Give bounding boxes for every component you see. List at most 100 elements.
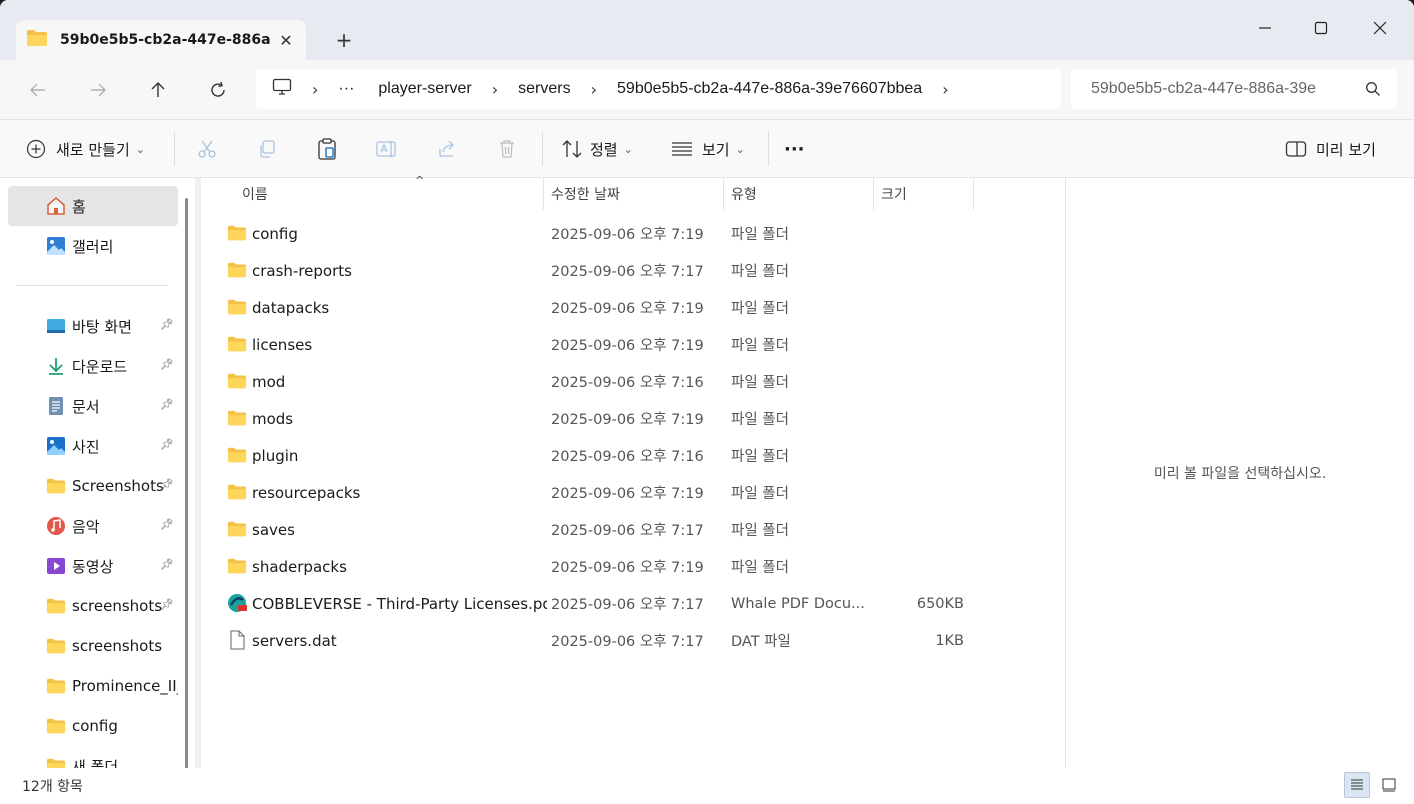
desktop-icon	[47, 319, 65, 333]
preview-pane-button[interactable]: 미리 보기	[1280, 133, 1376, 165]
back-button[interactable]	[22, 74, 54, 106]
breadcrumb-current-folder[interactable]: 59b0e5b5-cb2a-447e-886a-39e76607bbea	[617, 80, 922, 98]
sidebar-item-gallery[interactable]: 갤러리	[8, 226, 178, 266]
file-name: licenses	[252, 335, 313, 354]
view-list-icon	[666, 133, 698, 165]
sidebar-item-label: 다운로드	[72, 357, 128, 376]
sidebar-scrollbar[interactable]	[185, 198, 188, 768]
pin-icon[interactable]: 📌︎	[160, 358, 174, 371]
address-row: › ··· player-server › servers › 59b0e5b5…	[0, 60, 1414, 120]
file-type: 파일 폴더	[731, 486, 789, 502]
close-window-button[interactable]	[1357, 10, 1403, 46]
sidebar-item-videos[interactable]: 동영상 📌︎	[8, 546, 178, 586]
maximize-button[interactable]	[1298, 10, 1344, 46]
minimize-button[interactable]	[1242, 10, 1288, 46]
file-date: 2025-09-06 오후 7:17	[551, 264, 704, 280]
view-button[interactable]: 보기 ⌄	[666, 133, 745, 165]
file-size	[871, 363, 964, 400]
sort-button[interactable]: 정렬 ⌄	[556, 133, 633, 165]
file-type: 파일 폴더	[731, 264, 789, 280]
breadcrumb-overflow[interactable]: ···	[338, 80, 354, 98]
file-date: 2025-09-06 오후 7:16	[551, 375, 704, 391]
sidebar-item-new-folder[interactable]: 새 폴더	[8, 746, 178, 768]
sidebar-item-screenshots-2[interactable]: screenshots	[8, 626, 178, 666]
search-input[interactable]: 59b0e5b5-cb2a-447e-886a-39e	[1091, 80, 1346, 98]
preview-message: 미리 볼 파일을 선택하십시오.	[1153, 466, 1327, 482]
folder-icon	[46, 758, 66, 768]
file-row[interactable]: resourcepacks 2025-09-06 오후 7:19 파일 폴더	[219, 474, 979, 511]
file-row[interactable]: crash-reports 2025-09-06 오후 7:17 파일 폴더	[219, 252, 979, 289]
toolbar-divider	[768, 132, 769, 166]
search-box[interactable]: 59b0e5b5-cb2a-447e-886a-39e	[1071, 69, 1397, 109]
breadcrumb-servers[interactable]: servers	[518, 80, 570, 98]
new-button-label: 새로 만들기	[56, 140, 130, 159]
column-header-type[interactable]: 유형	[724, 178, 874, 210]
pin-icon[interactable]: 📌︎	[160, 518, 174, 531]
file-row[interactable]: shaderpacks 2025-09-06 오후 7:19 파일 폴더	[219, 548, 979, 585]
new-button[interactable]: 새로 만들기 ⌄	[20, 133, 145, 165]
column-header-size[interactable]: 크기	[874, 178, 974, 210]
more-options-button[interactable]: ···	[784, 133, 805, 165]
sidebar-item-screenshots-lower[interactable]: screenshots 📌︎	[8, 586, 178, 626]
breadcrumb-separator[interactable]: ›	[492, 80, 498, 99]
pin-icon[interactable]: 📌︎	[160, 598, 174, 611]
paste-button[interactable]	[311, 133, 343, 165]
file-row[interactable]: plugin 2025-09-06 오후 7:16 파일 폴더	[219, 437, 979, 474]
home-icon	[47, 197, 65, 215]
sidebar-item-screenshots[interactable]: Screenshots 📌︎	[8, 466, 178, 506]
sidebar-item-music[interactable]: 음악 📌︎	[8, 506, 178, 546]
sidebar-item-downloads[interactable]: 다운로드 📌︎	[8, 346, 178, 386]
address-bar[interactable]: › ··· player-server › servers › 59b0e5b5…	[256, 69, 1061, 109]
column-header-date[interactable]: 수정한 날짜	[544, 178, 724, 210]
file-row[interactable]: datapacks 2025-09-06 오후 7:19 파일 폴더	[219, 289, 979, 326]
file-row[interactable]: licenses 2025-09-06 오후 7:19 파일 폴더	[219, 326, 979, 363]
file-row[interactable]: config 2025-09-06 오후 7:19 파일 폴더	[219, 215, 979, 252]
sidebar-item-pictures[interactable]: 사진 📌︎	[8, 426, 178, 466]
sort-label: 정렬	[590, 140, 618, 159]
pin-icon[interactable]: 📌︎	[160, 438, 174, 451]
file-row[interactable]: mod 2025-09-06 오후 7:16 파일 폴더	[219, 363, 979, 400]
sidebar-item-desktop[interactable]: 바탕 화면 📌︎	[8, 306, 178, 346]
column-header-label: 크기	[881, 187, 907, 203]
pin-icon[interactable]: 📌︎	[160, 478, 174, 491]
breadcrumb-separator[interactable]: ›	[312, 80, 318, 99]
new-tab-button[interactable]: +	[332, 28, 356, 52]
file-row[interactable]: COBBLEVERSE - Third-Party Licenses.pdf 20…	[219, 585, 979, 622]
arrow-left-icon	[30, 83, 45, 97]
file-date: 2025-09-06 오후 7:16	[551, 449, 704, 465]
tab-active[interactable]: 59b0e5b5-cb2a-447e-886a-3 ✕	[16, 20, 306, 60]
sidebar-item-home[interactable]: 홈	[8, 186, 178, 226]
file-row[interactable]: mods 2025-09-06 오후 7:19 파일 폴더	[219, 400, 979, 437]
pin-icon[interactable]: 📌︎	[160, 558, 174, 571]
refresh-button[interactable]	[202, 74, 234, 106]
forward-button[interactable]	[82, 74, 114, 106]
file-list: 이름 ^ 수정한 날짜 유형 크기 config 2025-09-06 오후 7:…	[201, 174, 1065, 768]
tab-close-button[interactable]: ✕	[276, 30, 296, 50]
sidebar-item-documents[interactable]: 문서 📌︎	[8, 386, 178, 426]
file-row[interactable]: servers.dat 2025-09-06 오후 7:17 DAT 파일 1KB	[219, 622, 979, 659]
up-button[interactable]	[142, 74, 174, 106]
delete-button[interactable]	[491, 133, 523, 165]
sidebar-item-config[interactable]: config	[8, 706, 178, 746]
tiles-view-button[interactable]	[1376, 772, 1402, 798]
file-size	[871, 400, 964, 437]
share-button[interactable]	[431, 133, 463, 165]
pin-icon[interactable]: 📌︎	[160, 318, 174, 331]
cut-button[interactable]	[191, 133, 223, 165]
copy-button[interactable]	[251, 133, 283, 165]
breadcrumb-player-server[interactable]: player-server	[378, 80, 471, 98]
breadcrumb-separator[interactable]: ›	[942, 80, 948, 99]
column-header-name[interactable]: 이름 ^	[235, 174, 544, 210]
breadcrumb-separator[interactable]: ›	[591, 80, 597, 99]
sidebar-item-prominence[interactable]: Prominence_II_F	[8, 666, 178, 706]
file-row[interactable]: saves 2025-09-06 오후 7:17 파일 폴더	[219, 511, 979, 548]
gallery-icon	[47, 237, 65, 255]
rename-button[interactable]	[371, 133, 403, 165]
file-name: crash-reports	[252, 261, 352, 280]
details-view-button[interactable]	[1344, 772, 1370, 798]
pin-icon[interactable]: 📌︎	[160, 398, 174, 411]
search-icon[interactable]	[1365, 81, 1381, 101]
title-bar: 59b0e5b5-cb2a-447e-886a-3 ✕ +	[0, 0, 1414, 60]
close-icon	[1373, 21, 1387, 35]
file-date: 2025-09-06 오후 7:19	[551, 412, 704, 428]
